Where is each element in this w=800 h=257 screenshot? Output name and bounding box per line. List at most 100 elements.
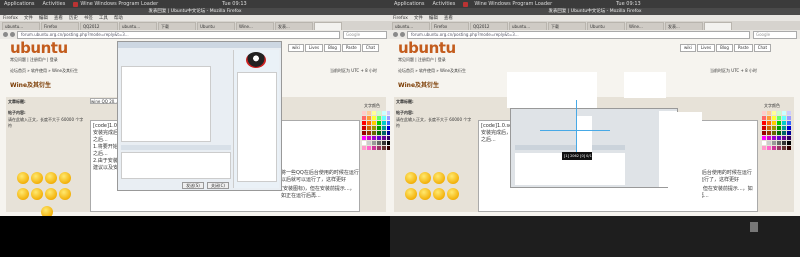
desktop-icon[interactable]	[750, 222, 758, 232]
activities-menu[interactable]: Activities	[433, 1, 456, 7]
breadcrumb[interactable]: 论坛首页 » 软件使用 » Wine及其衍生	[10, 68, 78, 74]
tab-strip: ubuntu... Firefox QQ2012 ubuntu... 下载 Ub…	[0, 21, 390, 30]
forward-icon[interactable]	[400, 32, 405, 37]
nav-blog[interactable]: Blog	[716, 44, 733, 52]
color-palette[interactable]	[762, 111, 791, 150]
ubuntu-logo[interactable]: ubuntu	[398, 39, 456, 57]
qq-chat-window[interactable]: 发送(S) 关闭(C)	[117, 41, 282, 191]
nav-paste[interactable]: Paste	[733, 44, 753, 52]
header-links[interactable]: 常见问题 | 注册用户 | 登录	[398, 57, 446, 63]
applications-menu[interactable]: Applications	[394, 1, 425, 7]
active-window-title[interactable]: Wine Windows Program Loader	[80, 1, 158, 7]
ubuntu-logo[interactable]: ubuntu	[10, 39, 68, 57]
color-palette[interactable]	[362, 111, 390, 150]
qq-input-pane[interactable]	[121, 152, 231, 179]
smiley-icon[interactable]	[45, 172, 57, 184]
menu-item[interactable]: 帮助	[114, 15, 123, 21]
blank-window-1[interactable]	[507, 72, 597, 108]
nav-lives[interactable]: Lives	[696, 44, 716, 52]
smiley-icon[interactable]	[433, 188, 445, 200]
clock[interactable]: Tue 09:13	[616, 1, 641, 7]
right-text-1: 将一些QQ在后台使用的时候在运行以后就可以运行了，这样更好	[281, 170, 359, 183]
menu-item[interactable]: Firefox	[393, 16, 408, 21]
smiley-icon[interactable]	[447, 172, 459, 184]
topic-title[interactable]: Wine及其衍生	[10, 80, 51, 89]
top-panel-right: Applications Activities Wine Windows Pro…	[390, 0, 800, 8]
browser-tab-active[interactable]	[314, 22, 342, 30]
smiley-icon[interactable]	[59, 172, 71, 184]
url-field[interactable]: forum.ubuntu.org.cn/posting.php?mode=rep…	[17, 30, 340, 39]
browser-tab[interactable]: QQ2012	[80, 22, 118, 30]
forward-icon[interactable]	[10, 32, 15, 37]
crosshair-horizontal	[540, 130, 610, 131]
nav-chat[interactable]: Chat	[361, 44, 380, 52]
browser-tab[interactable]: 下载	[548, 22, 586, 30]
browser-tab[interactable]: 发表...	[665, 22, 703, 30]
menu-item[interactable]: 查看	[444, 15, 453, 21]
menu-item[interactable]: 文件	[24, 15, 33, 21]
menu-item[interactable]: Firefox	[3, 16, 18, 21]
smiley-icon[interactable]	[419, 172, 431, 184]
active-window-title[interactable]: Wine Windows Program Loader	[474, 1, 552, 7]
browser-tab[interactable]: ubuntu...	[509, 22, 547, 30]
blank-window-3[interactable]	[668, 112, 702, 210]
browser-tab[interactable]: Wine...	[236, 22, 274, 30]
search-field[interactable]: Google	[343, 30, 387, 39]
url-field[interactable]: forum.ubuntu.org.cn/posting.php?mode=rep…	[407, 30, 750, 39]
clock[interactable]: Tue 09:13	[222, 1, 247, 7]
smiley-icon[interactable]	[31, 172, 43, 184]
browser-tab[interactable]: Firefox	[431, 22, 469, 30]
timezone-note: 当前时区为 UTC + 8 小时	[330, 68, 377, 73]
browser-tab[interactable]: ubuntu...	[119, 22, 157, 30]
browser-tab[interactable]: Wine...	[626, 22, 664, 30]
send-button[interactable]: 发送(S)	[182, 182, 204, 189]
menu-item[interactable]: 书签	[84, 15, 93, 21]
header-links[interactable]: 常见问题 | 注册用户 | 登录	[10, 57, 58, 63]
smiley-icon[interactable]	[59, 188, 71, 200]
nav-wiki[interactable]: wiki	[680, 44, 696, 52]
subject-label: 文章标题:	[8, 99, 26, 104]
menu-item[interactable]: 历史	[69, 15, 78, 21]
smilies-grid	[404, 171, 474, 203]
browser-tab[interactable]: Ubuntu	[197, 22, 235, 30]
browser-tab[interactable]: ubuntu...	[392, 22, 430, 30]
browser-tab[interactable]: ubuntu...	[2, 22, 40, 30]
smiley-icon[interactable]	[419, 188, 431, 200]
smiley-icon[interactable]	[17, 188, 29, 200]
coordinate-tooltip: [1] 2062 [0] 0/1	[562, 152, 592, 160]
menu-item[interactable]: 编辑	[39, 15, 48, 21]
smiley-icon[interactable]	[433, 172, 445, 184]
smiley-icon[interactable]	[405, 172, 417, 184]
browser-tab[interactable]: Firefox	[41, 22, 79, 30]
qq-chat-window-grey[interactable]	[510, 108, 678, 188]
breadcrumb[interactable]: 论坛首页 » 软件使用 » Wine及其衍生	[398, 68, 466, 74]
browser-tab[interactable]: QQ2012	[470, 22, 508, 30]
menu-item[interactable]: 工具	[99, 15, 108, 21]
close-button[interactable]: 关闭(C)	[207, 182, 229, 189]
smiley-icon[interactable]	[45, 188, 57, 200]
activities-menu[interactable]: Activities	[43, 1, 66, 7]
back-icon[interactable]	[3, 32, 8, 37]
nav-paste[interactable]: Paste	[341, 44, 361, 52]
browser-tab[interactable]: 发表...	[275, 22, 313, 30]
nav-chat[interactable]: Chat	[753, 44, 772, 52]
browser-tab[interactable]: 下载	[158, 22, 196, 30]
smiley-icon[interactable]	[405, 188, 417, 200]
menu-item[interactable]: 编辑	[429, 15, 438, 21]
blank-window-2[interactable]	[624, 72, 666, 98]
nav-wiki[interactable]: wiki	[288, 44, 304, 52]
smiley-icon[interactable]	[17, 172, 29, 184]
back-icon[interactable]	[393, 32, 398, 37]
applications-menu[interactable]: Applications	[4, 1, 35, 7]
nav-lives[interactable]: Lives	[304, 44, 324, 52]
topic-title[interactable]: Wine及其衍生	[398, 80, 439, 89]
left-desktop-bottom	[0, 216, 390, 257]
smiley-icon[interactable]	[447, 188, 459, 200]
browser-tab[interactable]: Ubuntu	[587, 22, 625, 30]
browser-tab-active[interactable]	[704, 22, 732, 30]
search-field[interactable]: Google	[753, 30, 797, 39]
smiley-icon[interactable]	[31, 188, 43, 200]
menu-item[interactable]: 文件	[414, 15, 423, 21]
nav-blog[interactable]: Blog	[324, 44, 341, 52]
menu-item[interactable]: 查看	[54, 15, 63, 21]
